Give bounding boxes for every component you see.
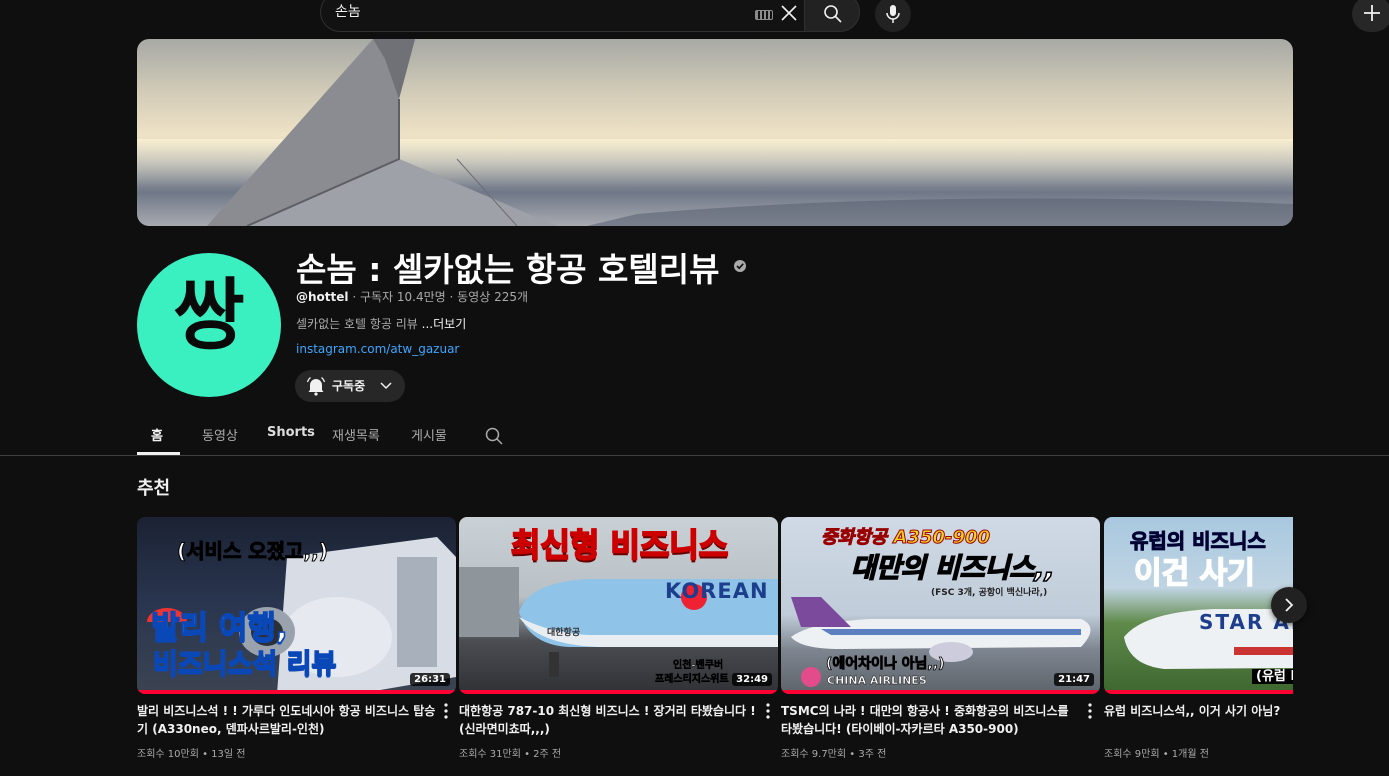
- channel-external-link[interactable]: instagram.com/atw_gazuar: [296, 342, 459, 356]
- watch-progress-bar: [781, 690, 1100, 694]
- video-meta: 조회수 10만회 • 13일 전: [137, 749, 246, 760]
- section-title: 추천: [137, 478, 171, 499]
- thumbnail-text: 대만의 비즈니스,,: [850, 553, 1055, 584]
- thumbnail-text: 프레스티지스위트: [655, 674, 729, 685]
- clear-search-icon[interactable]: [779, 3, 799, 23]
- video-card[interactable]: 유럽의 비즈니스 이건 사기 STAR AL (유럽 L 유럽 비즈니스석,, …: [1104, 517, 1293, 776]
- more-options-icon[interactable]: [441, 702, 451, 720]
- watch-progress-bar: [137, 690, 456, 694]
- chevron-down-icon: [380, 382, 392, 390]
- search-input[interactable]: [335, 3, 735, 19]
- video-duration: 26:31: [410, 673, 450, 686]
- thumbnail-text: 발리 여행,: [150, 610, 288, 646]
- watch-progress-bar: [1104, 690, 1293, 694]
- video-title[interactable]: 유럽 비즈니스석,, 이거 사기 아님?: [1104, 702, 1293, 720]
- thumbnail-text: 중화항공 A350-900: [820, 527, 991, 548]
- video-meta: 조회수 9.7만회 • 3주 전: [781, 749, 887, 760]
- video-meta: 조회수 9만회 • 1개월 전: [1104, 749, 1209, 760]
- video-duration: 32:49: [732, 673, 772, 686]
- chevron-right-icon: [1285, 598, 1294, 612]
- thumbnail-text: (에어차이나 아님,,): [826, 656, 945, 672]
- video-duration: 21:47: [1054, 673, 1094, 686]
- channel-name: 손놈 : 셀카없는 항공 호텔리뷰: [296, 250, 720, 289]
- subscribed-label: 구독중: [332, 379, 366, 393]
- tab-home[interactable]: 홈: [151, 425, 163, 444]
- thumbnail-text: 비즈니스석 리뷰: [152, 649, 337, 680]
- carousel-next-button[interactable]: [1271, 587, 1307, 623]
- search-icon: [824, 5, 842, 23]
- video-card[interactable]: 중화항공 A350-900 대만의 비즈니스,, (FSC 3개, 공항이 백신…: [781, 517, 1100, 760]
- video-card[interactable]: (서비스 오졌고,,) 발리 여행, 비즈니스석 리뷰 26:31 발리 비즈니…: [137, 517, 456, 760]
- avatar-logo-text: 쌍: [173, 271, 245, 361]
- search-box[interactable]: [320, 0, 804, 32]
- video-thumbnail[interactable]: 유럽의 비즈니스 이건 사기 STAR AL (유럽 L: [1104, 517, 1293, 694]
- channel-handle: @hottel: [296, 290, 349, 304]
- thumbnail-text: 최신형 비즈니스: [510, 526, 729, 564]
- bell-icon: [306, 377, 326, 396]
- thumbnail-text: 이건 사기: [1133, 556, 1255, 591]
- more-options-icon[interactable]: [763, 702, 773, 720]
- video-title[interactable]: 발리 비즈니스석 ! ! 가루다 인도네시아 항공 비즈니스 탑승기 (A330…: [137, 702, 437, 738]
- search-button[interactable]: [804, 0, 860, 32]
- video-meta: 조회수 31만회 • 2주 전: [459, 749, 562, 760]
- channel-search-icon[interactable]: [484, 426, 504, 446]
- subscribed-button[interactable]: 구독중: [295, 370, 405, 402]
- verified-icon: [734, 260, 746, 272]
- thumbnail-text: 인천-밴쿠버: [673, 660, 724, 671]
- more-options-icon[interactable]: [1085, 702, 1095, 720]
- tab-posts[interactable]: 게시물: [411, 425, 447, 444]
- video-title[interactable]: TSMC의 나라 ! 대만의 항공사 ! 중화항공의 비즈니스를 타봤습니다! …: [781, 702, 1081, 738]
- thumbnail-text: 대한항공: [547, 628, 581, 638]
- video-thumbnail[interactable]: (서비스 오졌고,,) 발리 여행, 비즈니스석 리뷰 26:31: [137, 517, 456, 694]
- tab-playlists[interactable]: 재생목록: [332, 425, 380, 444]
- video-card[interactable]: 최신형 비즈니스 KOREAN 대한항공 인천-밴쿠버 프레스티지스위트 32:…: [459, 517, 778, 760]
- channel-meta: @hottel · 구독자 10.4만명 · 동영상 225개: [296, 288, 528, 305]
- channel-banner: [137, 39, 1293, 226]
- tabs-divider: [0, 455, 1389, 456]
- top-bar: [0, 0, 1389, 34]
- channel-description[interactable]: 셀카없는 호텔 항공 리뷰 ...더보기: [296, 315, 466, 332]
- thumbnail-text: KOREAN: [665, 579, 769, 603]
- create-button[interactable]: [1352, 0, 1389, 32]
- thumbnail-text: (FSC 3개, 공항이 백신나라,): [931, 588, 1048, 598]
- thumbnail-text: (유럽 L: [1252, 669, 1293, 684]
- more-link[interactable]: ...더보기: [422, 317, 467, 331]
- video-thumbnail[interactable]: 최신형 비즈니스 KOREAN 대한항공 인천-밴쿠버 프레스티지스위트 32:…: [459, 517, 778, 694]
- microphone-icon: [886, 5, 900, 23]
- description-text: 셀카없는 호텔 항공 리뷰: [296, 317, 422, 331]
- thumbnail-text: 유럽의 비즈니스: [1130, 529, 1267, 553]
- tab-shorts[interactable]: Shorts: [267, 425, 315, 440]
- channel-avatar: 쌍: [137, 253, 281, 397]
- thumbnail-text: CHINA AIRLINES: [827, 674, 927, 687]
- video-thumbnail[interactable]: 중화항공 A350-900 대만의 비즈니스,, (FSC 3개, 공항이 백신…: [781, 517, 1100, 694]
- voice-search-button[interactable]: [875, 0, 911, 32]
- watch-progress-bar: [459, 690, 778, 694]
- plus-icon: [1364, 5, 1380, 21]
- keyboard-icon[interactable]: [755, 10, 773, 20]
- video-title[interactable]: 대한항공 787-10 최신형 비즈니스 ! 장거리 타봤습니다 ! (신라면미…: [459, 702, 759, 738]
- tab-videos[interactable]: 동영상: [202, 425, 238, 444]
- thumbnail-text: (서비스 오졌고,,): [177, 539, 329, 563]
- channel-stats: · 구독자 10.4만명 · 동영상 225개: [348, 290, 529, 304]
